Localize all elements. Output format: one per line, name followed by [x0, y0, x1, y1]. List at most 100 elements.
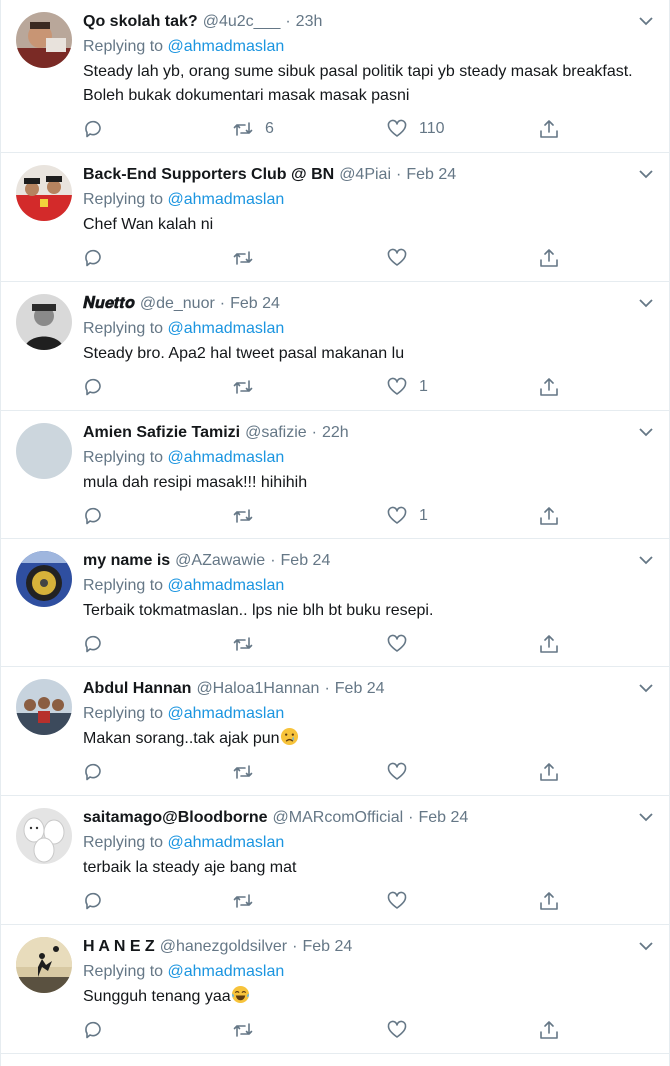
user-handle[interactable]: @hanezgoldsilver: [160, 935, 287, 959]
chevron-down-icon[interactable]: [637, 551, 655, 569]
mention-link[interactable]: @ahmadmaslan: [168, 320, 285, 337]
mention-link[interactable]: @ahmadmaslan: [168, 191, 285, 208]
like-count: 1: [419, 507, 428, 524]
reply-tweet[interactable]: saitamago@Bloodborne @MARcomOfficial · F…: [1, 796, 669, 925]
reply-tweet[interactable]: Amien Safizie Tamizi @safizie · 22h Repl…: [1, 411, 669, 539]
chevron-down-icon[interactable]: [637, 423, 655, 441]
reply-button[interactable]: [83, 761, 103, 783]
share-button[interactable]: [539, 761, 559, 783]
mention-link[interactable]: @ahmadmaslan: [168, 834, 285, 851]
share-button[interactable]: [539, 376, 559, 398]
chevron-down-icon[interactable]: [637, 937, 655, 955]
share-icon: [540, 378, 558, 396]
tweet-text: Steady lah yb, orang sume sibuk pasal po…: [83, 63, 633, 104]
like-button[interactable]: 110: [387, 118, 445, 140]
timestamp[interactable]: Feb 24: [418, 806, 468, 830]
tweet-actions: 1: [83, 376, 563, 398]
timestamp[interactable]: Feb 24: [281, 549, 331, 573]
reply-button[interactable]: [83, 890, 103, 912]
reply-button[interactable]: [83, 1019, 103, 1041]
retweet-button[interactable]: [233, 376, 265, 398]
mention-link[interactable]: @ahmadmaslan: [168, 577, 285, 594]
reply-tweet[interactable]: 𝑵𝒖𝒆𝒕𝒕𝒐 @de_nuor · Feb 24 Replying to @ah…: [1, 282, 669, 411]
avatar[interactable]: [16, 423, 72, 479]
display-name[interactable]: Abdul Hannan: [83, 677, 191, 701]
retweet-button[interactable]: [233, 247, 265, 269]
reply-tweet[interactable]: Qo skolah tak? @4u2c___ · 23h Replying t…: [1, 0, 669, 153]
display-name[interactable]: H A N E Z: [83, 935, 155, 959]
timestamp[interactable]: 22h: [322, 421, 349, 445]
user-handle[interactable]: @de_nuor: [140, 292, 215, 316]
timestamp[interactable]: 23h: [296, 10, 323, 34]
like-button[interactable]: [387, 633, 419, 655]
retweet-button[interactable]: 6: [233, 118, 274, 140]
chevron-down-icon[interactable]: [637, 12, 655, 30]
display-name[interactable]: Back-End Supporters Club @ BN: [83, 163, 334, 187]
mention-link[interactable]: @ahmadmaslan: [168, 449, 285, 466]
mention-link[interactable]: @ahmadmaslan: [168, 963, 285, 980]
user-handle[interactable]: @4Piai: [339, 163, 391, 187]
chevron-down-icon[interactable]: [637, 294, 655, 312]
avatar[interactable]: [16, 551, 72, 607]
share-button[interactable]: [539, 247, 559, 269]
retweet-button[interactable]: [233, 761, 265, 783]
timestamp[interactable]: Feb 24: [406, 163, 456, 187]
display-name[interactable]: 𝑵𝒖𝒆𝒕𝒕𝒐: [83, 292, 135, 316]
like-button[interactable]: [387, 247, 419, 269]
share-button[interactable]: [539, 890, 559, 912]
reply-button[interactable]: [83, 633, 103, 655]
avatar[interactable]: [16, 294, 72, 350]
chevron-down-icon[interactable]: [637, 808, 655, 826]
timestamp[interactable]: Feb 24: [230, 292, 280, 316]
reply-icon: [85, 1021, 101, 1039]
avatar[interactable]: [16, 165, 72, 221]
user-handle[interactable]: @MARcomOfficial: [273, 806, 404, 830]
like-button[interactable]: 1: [387, 505, 428, 527]
tweet-actions: [83, 761, 563, 783]
tweet-actions: 1: [83, 505, 563, 527]
avatar[interactable]: [16, 12, 72, 68]
reply-button[interactable]: [83, 376, 103, 398]
user-handle[interactable]: @Haloa1Hannan: [196, 677, 319, 701]
like-button[interactable]: [387, 761, 419, 783]
timestamp[interactable]: Feb 24: [302, 935, 352, 959]
share-button[interactable]: [539, 1019, 559, 1041]
tweet-text: Terbaik tokmatmaslan.. lps nie blh bt bu…: [83, 602, 434, 619]
replying-to: Replying to @ahmadmaslan: [83, 834, 285, 851]
display-name[interactable]: saitamago@Bloodborne: [83, 806, 268, 830]
user-handle[interactable]: @4u2c___: [203, 10, 281, 34]
timestamp[interactable]: Feb 24: [335, 677, 385, 701]
share-button[interactable]: [539, 505, 559, 527]
share-button[interactable]: [539, 633, 559, 655]
mention-link[interactable]: @ahmadmaslan: [168, 705, 285, 722]
like-button[interactable]: 1: [387, 376, 428, 398]
retweet-icon: [233, 380, 253, 394]
retweet-button[interactable]: [233, 1019, 265, 1041]
mention-link[interactable]: @ahmadmaslan: [168, 38, 285, 55]
reply-tweet[interactable]: H A N E Z @hanezgoldsilver · Feb 24 Repl…: [1, 925, 669, 1054]
user-handle[interactable]: @AZawawie: [175, 549, 265, 573]
display-name[interactable]: Amien Safizie Tamizi: [83, 421, 240, 445]
heart-icon: [387, 119, 407, 137]
reply-button[interactable]: [83, 118, 103, 140]
avatar[interactable]: [16, 808, 72, 864]
avatar[interactable]: [16, 679, 72, 735]
reply-tweet[interactable]: Back-End Supporters Club @ BN @4Piai · F…: [1, 153, 669, 282]
like-button[interactable]: [387, 1019, 419, 1041]
chevron-down-icon[interactable]: [637, 679, 655, 697]
display-name[interactable]: my name is: [83, 549, 170, 573]
reply-tweet[interactable]: Abdul Hannan @Haloa1Hannan · Feb 24 Repl…: [1, 667, 669, 796]
reply-button[interactable]: [83, 247, 103, 269]
chevron-down-icon[interactable]: [637, 165, 655, 183]
reply-tweet[interactable]: my name is @AZawawie · Feb 24 Replying t…: [1, 539, 669, 667]
retweet-button[interactable]: [233, 890, 265, 912]
share-button[interactable]: [539, 118, 559, 140]
reply-icon: [85, 763, 101, 781]
reply-button[interactable]: [83, 505, 103, 527]
avatar[interactable]: [16, 937, 72, 993]
display-name[interactable]: Qo skolah tak?: [83, 10, 198, 34]
retweet-button[interactable]: [233, 633, 265, 655]
retweet-button[interactable]: [233, 505, 265, 527]
like-button[interactable]: [387, 890, 419, 912]
user-handle[interactable]: @safizie: [245, 421, 307, 445]
